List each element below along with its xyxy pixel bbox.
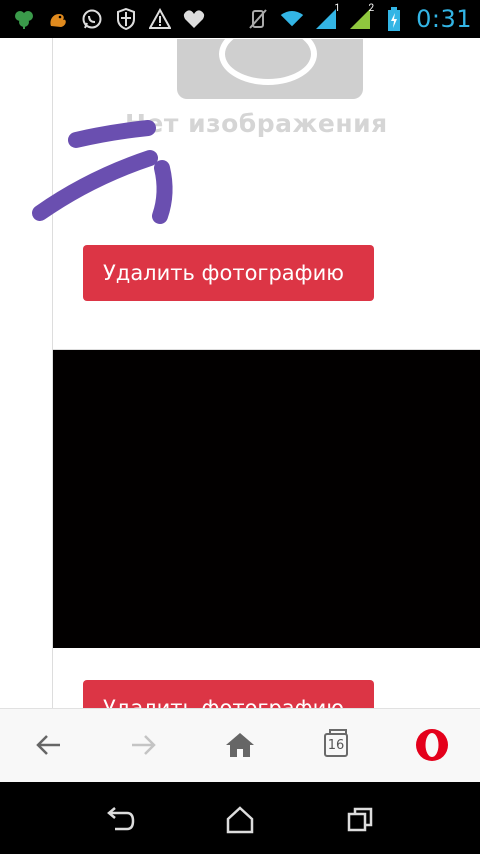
opera-icon[interactable] [412, 725, 452, 765]
page-content[interactable]: Нет изображения Удалить фотографию Удали… [0, 38, 480, 708]
status-bar: 1 2 0:31 [0, 0, 480, 38]
tabs-icon[interactable]: 16 [316, 725, 356, 765]
clock: 0:31 [416, 5, 472, 33]
battery-icon [382, 7, 406, 31]
shield-icon [114, 7, 138, 31]
signal-1-icon: 1 [314, 3, 340, 31]
mute-icon [246, 7, 270, 31]
home-button-icon[interactable] [222, 802, 258, 838]
delete-photo-button[interactable]: Удалить фотографию [83, 245, 374, 301]
leaf-icon [12, 7, 36, 31]
notification-icons [0, 7, 206, 31]
photo-card: Нет изображения Удалить фотографию [52, 38, 480, 382]
no-image-label: Нет изображения [125, 109, 388, 138]
heart-icon [182, 7, 206, 31]
back-icon[interactable] [102, 802, 138, 838]
home-icon[interactable] [220, 725, 260, 765]
signal-1-label: 1 [334, 3, 341, 14]
browser-toolbar: 16 [0, 708, 480, 782]
forward-arrow-icon[interactable] [124, 725, 164, 765]
recent-apps-icon[interactable] [342, 802, 378, 838]
photo-card-2: Удалить фотографию [52, 349, 480, 708]
warning-icon [148, 7, 172, 31]
signal-2-label: 2 [368, 3, 375, 14]
system-nav-bar [0, 782, 480, 854]
delete-photo-button-2[interactable]: Удалить фотографию [83, 680, 374, 708]
squirrel-icon [46, 7, 70, 31]
whatsapp-icon [80, 7, 104, 31]
wifi-icon [280, 7, 304, 31]
tabs-count: 16 [324, 729, 348, 757]
signal-2-icon: 2 [348, 3, 374, 31]
system-icons: 1 2 0:31 [246, 0, 472, 38]
photo-image [53, 350, 480, 648]
back-arrow-icon[interactable] [28, 725, 68, 765]
